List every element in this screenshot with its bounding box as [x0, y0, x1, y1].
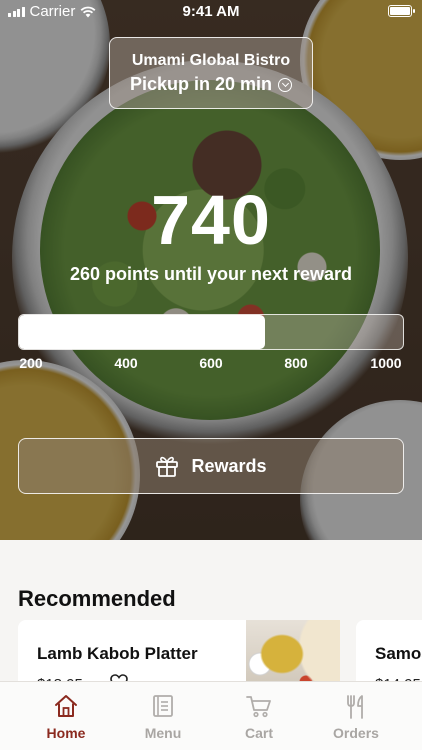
chevron-down-icon [278, 77, 293, 92]
tick-label: 400 [114, 355, 138, 371]
tab-bar: Home Menu Cart Orders [0, 681, 422, 750]
home-icon [55, 695, 77, 717]
pickup-time: Pickup in 20 min [110, 74, 312, 95]
tab-label: Orders [333, 725, 379, 741]
tab-label: Cart [244, 725, 273, 741]
clock: 9:41 AM [182, 3, 240, 20]
rewards-button-label: Rewards [191, 455, 267, 476]
tab-menu[interactable]: Menu [128, 682, 198, 741]
menu-item-name: Lamb Kabob Platter [37, 644, 198, 663]
tab-label: Home [46, 725, 86, 741]
battery-icon [388, 5, 415, 17]
rewards-progress-bar [18, 314, 404, 350]
menu-item-name: Samosa [375, 644, 422, 663]
gift-icon [156, 456, 179, 477]
restaurant-name: Umami Global Bistro [131, 52, 291, 69]
tick-label: 800 [284, 355, 308, 371]
tab-label: Menu [144, 725, 182, 741]
location-selector[interactable]: Umami Global Bistro Pickup in 20 min [109, 37, 313, 109]
menu-book-icon [153, 695, 173, 717]
fork-knife-icon [347, 695, 363, 719]
menu-item-card[interactable]: Lamb Kabob Platter $18.95 [18, 620, 340, 690]
points-until-reward: 260 points until your next reward [69, 264, 353, 284]
progress-ticks: 200 400 600 800 1000 [0, 355, 422, 373]
tab-orders[interactable]: Orders [321, 682, 391, 741]
tab-cart[interactable]: Cart [224, 682, 294, 741]
menu-item-card[interactable]: Samosa $14.95 [356, 620, 422, 690]
status-bar: Carrier 9:41 AM [0, 0, 422, 24]
rewards-progress-fill [19, 315, 265, 349]
cart-icon [246, 696, 271, 718]
menu-item-image [246, 620, 340, 690]
tab-home[interactable]: Home [31, 682, 101, 741]
tick-label: 200 [19, 355, 43, 371]
rewards-button[interactable]: Rewards [18, 438, 404, 494]
section-title: Recommended [18, 586, 176, 611]
pickup-label: Pickup in 20 min [129, 74, 273, 94]
points-value: 740 [151, 181, 271, 259]
tick-label: 1000 [370, 355, 402, 371]
tick-label: 600 [199, 355, 223, 371]
